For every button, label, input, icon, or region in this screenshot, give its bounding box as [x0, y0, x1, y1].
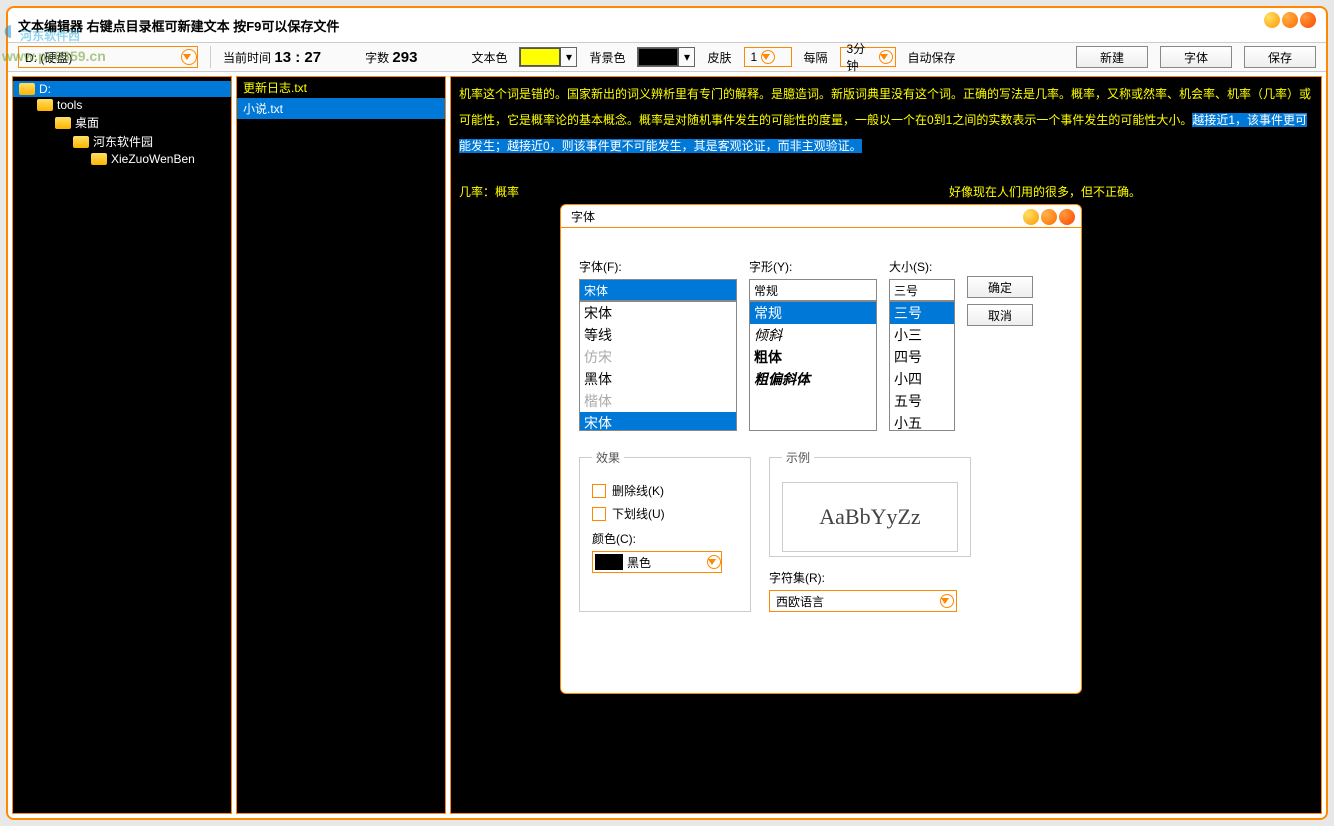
interval-select[interactable]: 3分钟 — [840, 47, 896, 67]
size-field-label: 大小(S): — [889, 258, 955, 275]
style-field-label: 字形(Y): — [749, 258, 877, 275]
list-item[interactable]: 三号 — [890, 302, 954, 324]
bgcolor-picker[interactable]: ▾ — [637, 47, 695, 67]
sample-fieldset: 示例 AaBbYyZz — [769, 449, 971, 557]
folder-icon — [91, 153, 107, 165]
checkbox-icon — [592, 507, 606, 521]
list-item[interactable]: 小三 — [890, 324, 954, 346]
textcolor-swatch — [520, 48, 560, 66]
folder-icon — [37, 99, 53, 111]
interval-label: 每隔 — [804, 49, 828, 66]
list-item[interactable]: 宋体 — [580, 412, 736, 431]
bgcolor-swatch — [638, 48, 678, 66]
dropdown-icon — [940, 594, 954, 608]
underline-checkbox[interactable]: 下划线(U) — [592, 505, 738, 522]
titlebar: 文本编辑器 右键点目录框可新建文本 按F9可以保存文件 — [8, 8, 1326, 42]
file-item[interactable]: 更新日志.txt — [237, 77, 445, 98]
window-title: 文本编辑器 右键点目录框可新建文本 按F9可以保存文件 — [18, 16, 339, 35]
dialog-title: 字体 — [571, 208, 595, 225]
tree-item[interactable]: 河东软件园 — [13, 132, 231, 151]
charset-select[interactable]: 西欧语言 — [769, 590, 957, 612]
list-item[interactable]: 倾斜 — [750, 324, 876, 346]
folder-icon — [19, 83, 35, 95]
close-icon[interactable] — [1300, 12, 1316, 28]
sample-preview: AaBbYyZz — [782, 482, 958, 552]
list-item[interactable]: 小五 — [890, 412, 954, 431]
tree-item[interactable]: 桌面 — [13, 113, 231, 132]
skin-label: 皮肤 — [707, 49, 731, 66]
folder-icon — [73, 136, 89, 148]
font-field-label: 字体(F): — [579, 258, 737, 275]
tree-item[interactable]: tools — [13, 97, 231, 113]
toolbar: D: (硬盘) 当前时间 13 : 27 字数 293 文本色 ▾ 背景色 ▾ … — [8, 42, 1326, 72]
font-name-input[interactable]: 宋体 — [579, 279, 737, 301]
cancel-button[interactable]: 取消 — [967, 304, 1033, 326]
dialog-titlebar: 字体 — [561, 205, 1081, 227]
save-button[interactable]: 保存 — [1244, 46, 1316, 68]
list-item[interactable]: 楷体 — [580, 390, 736, 412]
list-item[interactable]: 常规 — [750, 302, 876, 324]
autosave-label: 自动保存 — [908, 49, 956, 66]
bgcolor-label: 背景色 — [589, 49, 625, 66]
drive-select[interactable]: D: (硬盘) — [18, 46, 198, 68]
editor-paragraph: 机率这个词是错的。国家新出的词义辨析里有专门的解释。是臆造词。新版词典里没有这个… — [459, 81, 1313, 159]
list-item[interactable]: 粗体 — [750, 346, 876, 368]
minimize-icon[interactable] — [1023, 209, 1039, 225]
tree-item[interactable]: D: — [13, 81, 231, 97]
minimize-icon[interactable] — [1264, 12, 1280, 28]
list-item[interactable]: 小四 — [890, 368, 954, 390]
effects-legend: 效果 — [592, 449, 624, 466]
list-item[interactable]: 等线 — [580, 324, 736, 346]
list-item[interactable]: 宋体 — [580, 302, 736, 324]
effects-fieldset: 效果 删除线(K) 下划线(U) 颜色(C): 黑色 — [579, 449, 751, 612]
color-field-label: 颜色(C): — [592, 530, 738, 547]
interval-value: 3分钟 — [847, 40, 875, 74]
sample-legend: 示例 — [782, 449, 814, 466]
wordcount-value: 293 — [392, 49, 417, 66]
style-input[interactable]: 常规 — [749, 279, 877, 301]
maximize-icon[interactable] — [1041, 209, 1057, 225]
dropdown-icon — [707, 555, 721, 569]
size-listbox[interactable]: 三号小三四号小四五号小五六号 — [889, 301, 955, 431]
list-item[interactable]: 仿宋 — [580, 346, 736, 368]
font-button[interactable]: 字体 — [1160, 46, 1232, 68]
dropdown-icon — [879, 50, 893, 64]
folder-tree[interactable]: D:tools桌面河东软件园XieZuoWenBen — [12, 76, 232, 814]
checkbox-icon — [592, 484, 606, 498]
dropdown-icon — [181, 49, 197, 65]
new-button[interactable]: 新建 — [1076, 46, 1148, 68]
dropdown-icon — [761, 50, 775, 64]
time-label: 当前时间 — [223, 51, 271, 65]
style-listbox[interactable]: 常规倾斜粗体粗偏斜体 — [749, 301, 877, 431]
font-listbox[interactable]: 宋体等线仿宋黑体楷体宋体微软雅黑新宋体 — [579, 301, 737, 431]
wordcount-label: 字数 — [365, 51, 389, 65]
file-item[interactable]: 小说.txt — [237, 98, 445, 119]
folder-icon — [55, 117, 71, 129]
color-select[interactable]: 黑色 — [592, 551, 722, 573]
file-list[interactable]: 更新日志.txt小说.txt — [236, 76, 446, 814]
window-controls — [1264, 12, 1316, 28]
color-swatch — [595, 554, 623, 570]
size-input[interactable]: 三号 — [889, 279, 955, 301]
close-icon[interactable] — [1059, 209, 1075, 225]
ok-button[interactable]: 确定 — [967, 276, 1033, 298]
list-item[interactable]: 黑体 — [580, 368, 736, 390]
charset-label: 字符集(R): — [769, 569, 971, 586]
list-item[interactable]: 五号 — [890, 390, 954, 412]
textcolor-picker[interactable]: ▾ — [519, 47, 577, 67]
skin-value: 1 — [751, 50, 758, 64]
tree-item[interactable]: XieZuoWenBen — [13, 151, 231, 167]
time-value: 13 : 27 — [274, 49, 321, 66]
dropdown-icon: ▾ — [560, 48, 576, 66]
list-item[interactable]: 四号 — [890, 346, 954, 368]
drive-value: D: (硬盘) — [25, 49, 72, 66]
font-dialog: 字体 字体(F): 宋体 宋体等线仿宋黑体楷体宋体微软雅黑新宋体 字形(Y): … — [560, 204, 1082, 694]
skin-select[interactable]: 1 — [744, 47, 792, 67]
list-item[interactable]: 粗偏斜体 — [750, 368, 876, 390]
strikethrough-checkbox[interactable]: 删除线(K) — [592, 482, 738, 499]
dropdown-icon: ▾ — [678, 48, 694, 66]
textcolor-label: 文本色 — [471, 49, 507, 66]
maximize-icon[interactable] — [1282, 12, 1298, 28]
